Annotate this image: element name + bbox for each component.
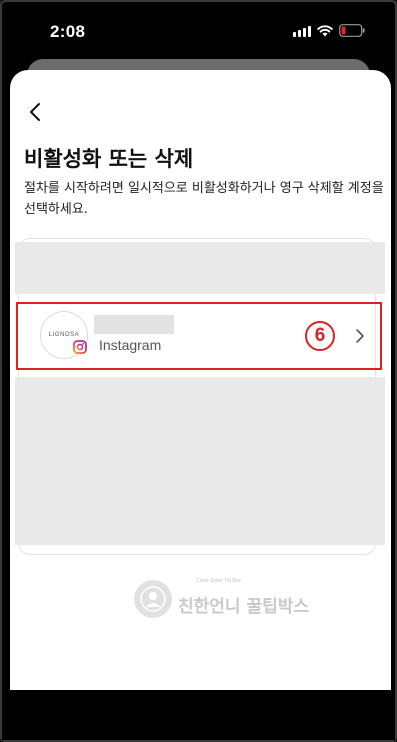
watermark: Close Sister Tip Box 친한언니 꿀팁박스 [134,577,310,618]
status-bar: 2:08 [2,2,395,62]
chevron-left-icon [30,103,40,121]
redacted-area-bottom [15,377,385,545]
status-time: 2:08 [50,22,86,41]
battery-low-icon [339,24,365,37]
watermark-small-text: Close Sister Tip Box [196,577,242,584]
redacted-area-top [15,242,385,294]
bottom-strip [2,690,395,740]
annotation-highlight-box [16,302,382,370]
page-title: 비활성화 또는 삭제 [24,147,194,171]
status-icons [293,24,365,37]
modal-sheet: 비활성화 또는 삭제 절차를 시작하려면 일시적으로 비활성화하거나 영구 삭제… [10,70,391,690]
wifi-icon [317,24,333,37]
back-button[interactable] [24,100,48,124]
watermark-text: 친한언니 꿀팁박스 [178,596,310,617]
signal-icon [293,25,311,37]
phone-frame: 2:08 비활성화 또는 삭제 절차를 시작하려면 일시적으로 비활성화하거나 … [0,0,397,742]
watermark-logo-icon [134,580,172,618]
page-description: 절차를 시작하려면 일시적으로 비활성화하거나 영구 삭제할 계정을 선택하세요… [24,181,384,217]
